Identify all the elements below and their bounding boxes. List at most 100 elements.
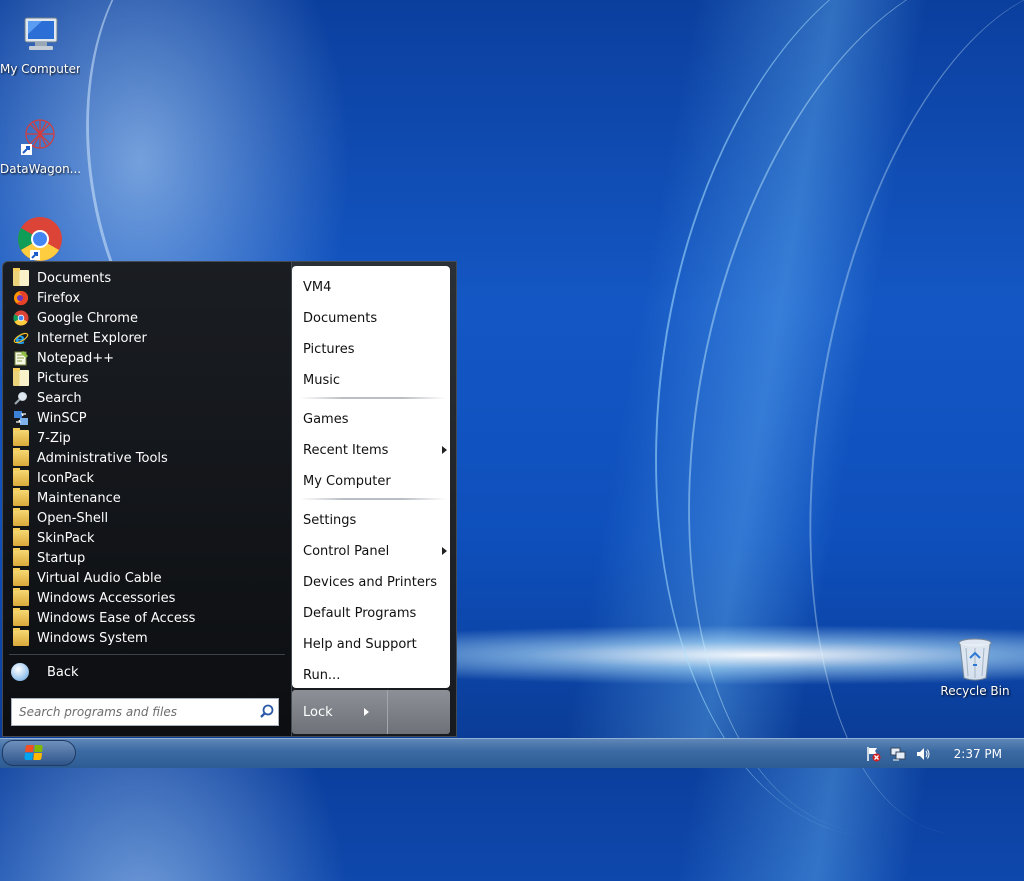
program-label: Windows Ease of Access: [37, 610, 196, 626]
search-icon[interactable]: [256, 701, 278, 723]
network-icon[interactable]: [890, 746, 906, 762]
windows-logo-icon: [24, 745, 44, 761]
program-label: Administrative Tools: [37, 450, 168, 466]
folder-icon: [13, 568, 29, 586]
music-item[interactable]: Music: [303, 370, 443, 390]
program-label: Firefox: [37, 290, 81, 306]
program-item[interactable]: IconPack: [7, 468, 287, 488]
firefox-icon: [13, 290, 29, 306]
program-item[interactable]: Google Chrome: [7, 308, 287, 328]
folder-icon: [13, 588, 29, 606]
system-tray: 2:37 PM: [865, 739, 1024, 768]
chrome-icon: [13, 310, 29, 326]
program-item[interactable]: Search: [7, 388, 287, 408]
settings-item[interactable]: Settings: [303, 510, 443, 530]
desktop-icon-my-computer[interactable]: My Computer: [0, 14, 80, 76]
pictures-item[interactable]: Pictures: [303, 339, 443, 359]
desktop-icon-label: DataWagon...: [0, 162, 80, 176]
folder-icon: [13, 508, 29, 526]
menu-item-label: VM4: [303, 279, 332, 295]
program-label: Virtual Audio Cable: [37, 570, 162, 586]
back-button[interactable]: Back: [11, 662, 281, 682]
desktop-icon-recycle-bin[interactable]: Recycle Bin: [935, 636, 1015, 698]
search-box[interactable]: [11, 698, 279, 726]
program-item[interactable]: 7-Zip: [7, 428, 287, 448]
control-panel-item[interactable]: Control Panel: [303, 541, 447, 561]
chrome-icon: [17, 216, 63, 262]
documents-item[interactable]: Documents: [303, 308, 443, 328]
program-label: IconPack: [37, 470, 95, 486]
volume-icon[interactable]: [915, 746, 931, 762]
run-item[interactable]: Run...: [303, 665, 443, 685]
folder-icon: [13, 468, 29, 486]
desktop-icon-datawagon[interactable]: DataWagon...: [0, 114, 80, 176]
internet-explorer-icon: e: [13, 330, 29, 348]
program-item[interactable]: Windows Accessories: [7, 588, 287, 608]
program-label: Startup: [37, 550, 86, 566]
program-label: 7-Zip: [37, 430, 71, 446]
menu-item-label: Music: [303, 372, 340, 388]
program-label: Open-Shell: [37, 510, 109, 526]
datawagon-icon: [17, 114, 63, 160]
folder-icon: [13, 368, 29, 386]
games-item[interactable]: Games: [303, 409, 443, 429]
lock-button[interactable]: Lock: [292, 690, 388, 734]
folder-icon: [13, 448, 29, 466]
program-item[interactable]: Startup: [7, 548, 287, 568]
program-label: Search: [37, 390, 82, 406]
start-button[interactable]: [2, 740, 76, 766]
program-label: WinSCP: [37, 410, 87, 426]
search-input[interactable]: [12, 704, 256, 720]
program-item[interactable]: Pictures: [7, 368, 287, 388]
user-folder-item[interactable]: VM4: [303, 277, 443, 297]
program-label: Google Chrome: [37, 310, 138, 326]
program-item[interactable]: Windows System: [7, 628, 287, 648]
program-item[interactable]: Administrative Tools: [7, 448, 287, 468]
lock-options-arrow-icon[interactable]: [364, 708, 369, 716]
default-programs-item[interactable]: Default Programs: [303, 603, 443, 623]
folder-icon: [13, 268, 29, 286]
my-computer-item[interactable]: My Computer: [303, 471, 443, 491]
program-item[interactable]: Open-Shell: [7, 508, 287, 528]
desktop-icon-label: My Computer: [0, 62, 80, 76]
flag-warning-icon[interactable]: [865, 746, 881, 762]
menu-item-label: Control Panel: [303, 543, 390, 559]
clock[interactable]: 2:37 PM: [954, 747, 1002, 761]
divider: [9, 654, 285, 655]
programs-list: Documents Firefox Google Chrome e Internet E…: [7, 268, 287, 648]
start-menu: Documents Firefox Google Chrome e Internet E…: [2, 261, 457, 737]
program-item[interactable]: Virtual Audio Cable: [7, 568, 287, 588]
power-options-area[interactable]: [389, 690, 450, 734]
places-list: VM4 Documents Pictures Music Games Recen…: [292, 266, 450, 688]
program-item[interactable]: SkinPack: [7, 528, 287, 548]
folder-icon: [13, 528, 29, 546]
submenu-arrow-icon: [442, 547, 447, 555]
program-item[interactable]: Firefox: [7, 288, 287, 308]
back-arrow-icon: [11, 663, 29, 681]
program-label: Documents: [37, 270, 112, 286]
lock-label: Lock: [303, 704, 333, 720]
program-label: Windows System: [37, 630, 148, 646]
folder-icon: [13, 548, 29, 566]
program-item[interactable]: e Internet Explorer: [7, 328, 287, 348]
program-item[interactable]: WinSCP: [7, 408, 287, 428]
menu-item-label: Games: [303, 411, 349, 427]
menu-item-label: Default Programs: [303, 605, 417, 621]
program-item[interactable]: Windows Ease of Access: [7, 608, 287, 628]
help-support-item[interactable]: Help and Support: [303, 634, 443, 654]
search-icon: [13, 390, 29, 406]
folder-icon: [13, 608, 29, 626]
desktop-icon-chrome[interactable]: [0, 216, 80, 264]
program-item[interactable]: Maintenance: [7, 488, 287, 508]
divider: [300, 498, 446, 500]
program-label: Maintenance: [37, 490, 121, 506]
devices-printers-item[interactable]: Devices and Printers: [303, 572, 443, 592]
menu-item-label: Run...: [303, 667, 341, 683]
recent-items-item[interactable]: Recent Items: [303, 440, 447, 460]
menu-item-label: Recent Items: [303, 442, 389, 458]
program-item[interactable]: Documents: [7, 268, 287, 288]
back-label: Back: [47, 664, 79, 680]
winscp-icon: [13, 410, 29, 426]
desktop-icon-label: Recycle Bin: [940, 684, 1010, 698]
program-item[interactable]: Notepad++: [7, 348, 287, 368]
